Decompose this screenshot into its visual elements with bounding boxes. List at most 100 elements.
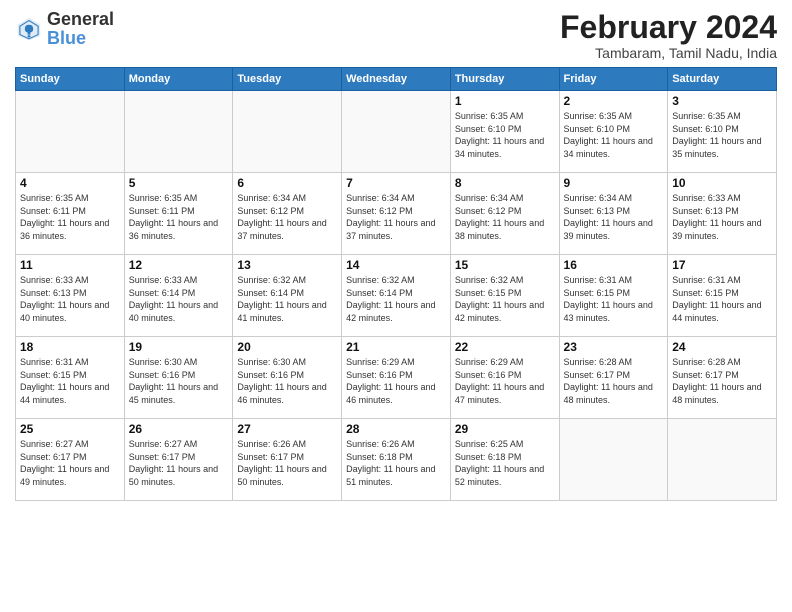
- calendar-cell: 28Sunrise: 6:26 AMSunset: 6:18 PMDayligh…: [342, 419, 451, 501]
- calendar-week-2: 11 Sunrise: 6:33 AMSunset: 6:13 PMDayligh…: [16, 255, 777, 337]
- day-number: 12: [129, 258, 229, 272]
- day-info: Sunrise: 6:35 AMSunset: 6:11 PMDaylight:…: [129, 192, 229, 242]
- weekday-header-sunday: Sunday: [16, 68, 125, 91]
- day-number: 18: [20, 340, 120, 354]
- day-number: 3: [672, 94, 772, 108]
- day-info: Sunrise: 6:31 AMSunset: 6:15 PMDaylight:…: [672, 274, 772, 324]
- calendar-cell: 12Sunrise: 6:33 AMSunset: 6:14 PMDayligh…: [124, 255, 233, 337]
- day-info: Sunrise: 6:35 AMSunset: 6:11 PMDaylight:…: [20, 192, 120, 242]
- day-info: Sunrise: 6:32 AMSunset: 6:14 PMDaylight:…: [346, 274, 446, 324]
- calendar-title: February 2024: [560, 10, 777, 45]
- calendar-cell: [559, 419, 668, 501]
- day-number: 20: [237, 340, 337, 354]
- calendar-cell: 29Sunrise: 6:25 AMSunset: 6:18 PMDayligh…: [450, 419, 559, 501]
- day-info: Sunrise: 6:28 AMSunset: 6:17 PMDaylight:…: [564, 356, 664, 406]
- calendar-cell: 27Sunrise: 6:26 AMSunset: 6:17 PMDayligh…: [233, 419, 342, 501]
- day-info: Sunrise: 6:34 AMSunset: 6:12 PMDaylight:…: [346, 192, 446, 242]
- day-info: Sunrise: 6:30 AMSunset: 6:16 PMDaylight:…: [129, 356, 229, 406]
- weekday-header-friday: Friday: [559, 68, 668, 91]
- day-number: 1: [455, 94, 555, 108]
- calendar-cell: 7Sunrise: 6:34 AMSunset: 6:12 PMDaylight…: [342, 173, 451, 255]
- calendar-cell: 20 Sunrise: 6:30 AMSunset: 6:16 PMDayligh…: [233, 337, 342, 419]
- logo-text: General Blue: [47, 10, 114, 48]
- day-number: 14: [346, 258, 446, 272]
- calendar-cell: 25 Sunrise: 6:27 AMSunset: 6:17 PMDayligh…: [16, 419, 125, 501]
- day-info: Sunrise: 6:33 AMSunset: 6:13 PMDaylight:…: [672, 192, 772, 242]
- day-number: 8: [455, 176, 555, 190]
- day-number: 28: [346, 422, 446, 436]
- logo-general-text: General: [47, 9, 114, 29]
- day-info: Sunrise: 6:31 AMSunset: 6:15 PMDaylight:…: [564, 274, 664, 324]
- day-info: Sunrise: 6:35 AMSunset: 6:10 PMDaylight:…: [455, 110, 555, 160]
- calendar-week-4: 25 Sunrise: 6:27 AMSunset: 6:17 PMDayligh…: [16, 419, 777, 501]
- calendar-cell: 16 Sunrise: 6:31 AMSunset: 6:15 PMDayligh…: [559, 255, 668, 337]
- day-number: 19: [129, 340, 229, 354]
- day-number: 2: [564, 94, 664, 108]
- calendar-subtitle: Tambaram, Tamil Nadu, India: [560, 45, 777, 61]
- calendar-week-0: 1 Sunrise: 6:35 AMSunset: 6:10 PMDaylight…: [16, 91, 777, 173]
- day-number: 22: [455, 340, 555, 354]
- day-info: Sunrise: 6:31 AMSunset: 6:15 PMDaylight:…: [20, 356, 120, 406]
- calendar-cell: [16, 91, 125, 173]
- day-number: 17: [672, 258, 772, 272]
- weekday-header-saturday: Saturday: [668, 68, 777, 91]
- calendar-cell: 3 Sunrise: 6:35 AMSunset: 6:10 PMDaylight…: [668, 91, 777, 173]
- calendar-cell: 19 Sunrise: 6:30 AMSunset: 6:16 PMDayligh…: [124, 337, 233, 419]
- logo-blue-text: Blue: [47, 28, 86, 48]
- calendar-cell: 6 Sunrise: 6:34 AMSunset: 6:12 PMDaylight…: [233, 173, 342, 255]
- weekday-header-wednesday: Wednesday: [342, 68, 451, 91]
- day-info: Sunrise: 6:35 AMSunset: 6:10 PMDaylight:…: [564, 110, 664, 160]
- weekday-header-row: SundayMondayTuesdayWednesdayThursdayFrid…: [16, 68, 777, 91]
- day-info: Sunrise: 6:27 AMSunset: 6:17 PMDaylight:…: [20, 438, 120, 488]
- day-number: 26: [129, 422, 229, 436]
- day-number: 13: [237, 258, 337, 272]
- day-number: 6: [237, 176, 337, 190]
- calendar-cell: 5 Sunrise: 6:35 AMSunset: 6:11 PMDaylight…: [124, 173, 233, 255]
- day-number: 21: [346, 340, 446, 354]
- day-info: Sunrise: 6:34 AMSunset: 6:12 PMDaylight:…: [237, 192, 337, 242]
- calendar-table: SundayMondayTuesdayWednesdayThursdayFrid…: [15, 67, 777, 501]
- weekday-header-tuesday: Tuesday: [233, 68, 342, 91]
- logo-icon: [15, 15, 43, 43]
- calendar-cell: 13Sunrise: 6:32 AMSunset: 6:14 PMDayligh…: [233, 255, 342, 337]
- day-number: 24: [672, 340, 772, 354]
- calendar-cell: 26 Sunrise: 6:27 AMSunset: 6:17 PMDayligh…: [124, 419, 233, 501]
- calendar-cell: 11 Sunrise: 6:33 AMSunset: 6:13 PMDayligh…: [16, 255, 125, 337]
- calendar-cell: 1 Sunrise: 6:35 AMSunset: 6:10 PMDaylight…: [450, 91, 559, 173]
- day-info: Sunrise: 6:33 AMSunset: 6:13 PMDaylight:…: [20, 274, 120, 324]
- calendar-cell: [342, 91, 451, 173]
- day-info: Sunrise: 6:34 AMSunset: 6:13 PMDaylight:…: [564, 192, 664, 242]
- weekday-header-monday: Monday: [124, 68, 233, 91]
- day-info: Sunrise: 6:30 AMSunset: 6:16 PMDaylight:…: [237, 356, 337, 406]
- calendar-week-1: 4Sunrise: 6:35 AMSunset: 6:11 PMDaylight…: [16, 173, 777, 255]
- day-info: Sunrise: 6:29 AMSunset: 6:16 PMDaylight:…: [346, 356, 446, 406]
- calendar-cell: 18 Sunrise: 6:31 AMSunset: 6:15 PMDayligh…: [16, 337, 125, 419]
- calendar-cell: 24 Sunrise: 6:28 AMSunset: 6:17 PMDayligh…: [668, 337, 777, 419]
- header: General Blue February 2024 Tambaram, Tam…: [15, 10, 777, 61]
- day-number: 5: [129, 176, 229, 190]
- day-info: Sunrise: 6:27 AMSunset: 6:17 PMDaylight:…: [129, 438, 229, 488]
- title-block: February 2024 Tambaram, Tamil Nadu, Indi…: [560, 10, 777, 61]
- calendar-cell: 14 Sunrise: 6:32 AMSunset: 6:14 PMDayligh…: [342, 255, 451, 337]
- day-number: 25: [20, 422, 120, 436]
- calendar-cell: 4Sunrise: 6:35 AMSunset: 6:11 PMDaylight…: [16, 173, 125, 255]
- day-info: Sunrise: 6:34 AMSunset: 6:12 PMDaylight:…: [455, 192, 555, 242]
- logo: General Blue: [15, 10, 114, 48]
- calendar-cell: 10Sunrise: 6:33 AMSunset: 6:13 PMDayligh…: [668, 173, 777, 255]
- calendar-cell: 8 Sunrise: 6:34 AMSunset: 6:12 PMDaylight…: [450, 173, 559, 255]
- calendar-cell: 23 Sunrise: 6:28 AMSunset: 6:17 PMDayligh…: [559, 337, 668, 419]
- day-number: 9: [564, 176, 664, 190]
- day-info: Sunrise: 6:32 AMSunset: 6:15 PMDaylight:…: [455, 274, 555, 324]
- day-number: 11: [20, 258, 120, 272]
- day-info: Sunrise: 6:26 AMSunset: 6:17 PMDaylight:…: [237, 438, 337, 488]
- day-number: 16: [564, 258, 664, 272]
- day-number: 23: [564, 340, 664, 354]
- weekday-header-thursday: Thursday: [450, 68, 559, 91]
- calendar-cell: 17 Sunrise: 6:31 AMSunset: 6:15 PMDayligh…: [668, 255, 777, 337]
- day-info: Sunrise: 6:35 AMSunset: 6:10 PMDaylight:…: [672, 110, 772, 160]
- day-info: Sunrise: 6:29 AMSunset: 6:16 PMDaylight:…: [455, 356, 555, 406]
- day-info: Sunrise: 6:28 AMSunset: 6:17 PMDaylight:…: [672, 356, 772, 406]
- calendar-cell: [668, 419, 777, 501]
- calendar-cell: [124, 91, 233, 173]
- day-number: 15: [455, 258, 555, 272]
